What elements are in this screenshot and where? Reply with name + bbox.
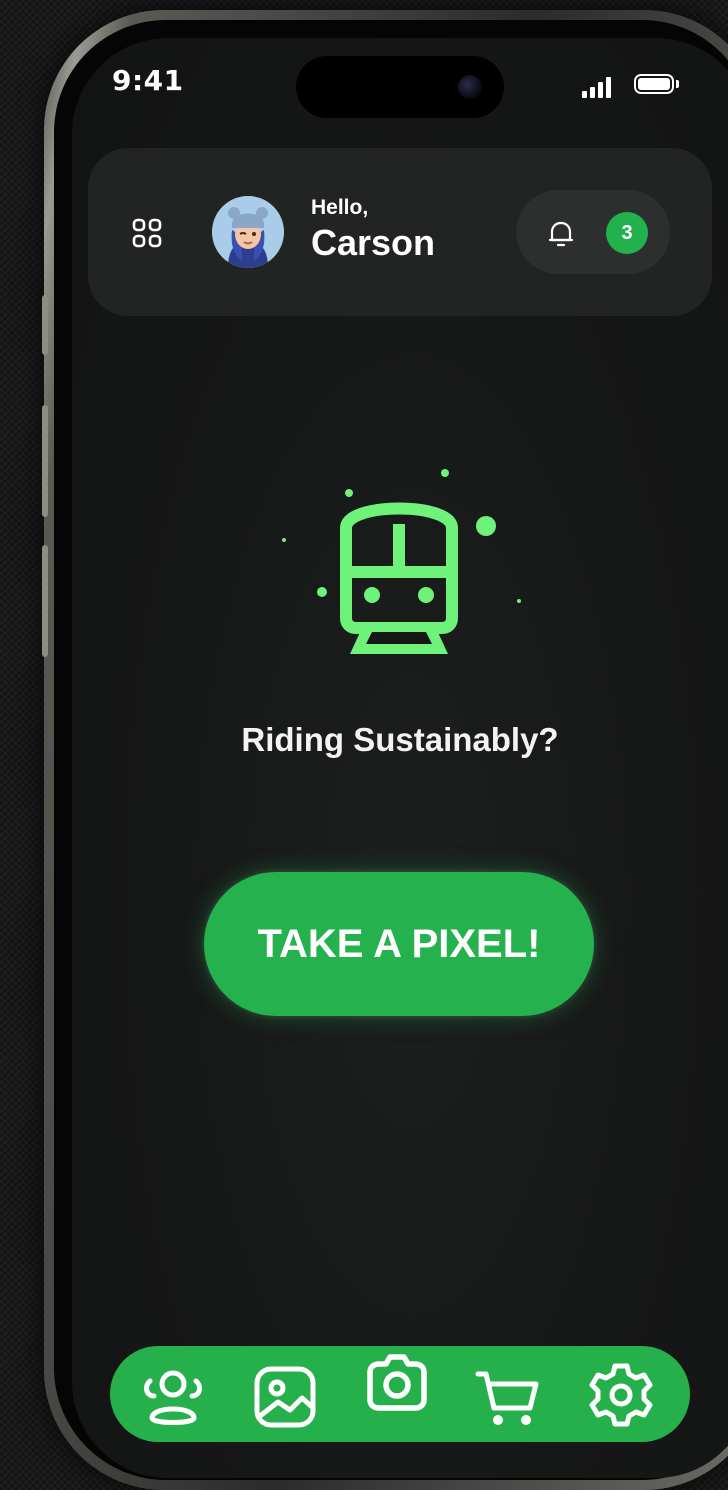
- notifications-button[interactable]: 3: [516, 190, 670, 274]
- take-a-pixel-button[interactable]: TAKE A PIXEL!: [204, 872, 594, 1016]
- user-name: Carson: [311, 222, 436, 263]
- volume-down-button: [42, 545, 48, 657]
- gallery-icon[interactable]: [250, 1362, 320, 1432]
- menu-grid-icon[interactable]: [132, 218, 162, 248]
- status-time: 9:41: [112, 64, 184, 97]
- bell-icon: [546, 218, 576, 250]
- headline: Riding Sustainably?: [241, 721, 559, 758]
- dynamic-island: [296, 56, 504, 118]
- app-screen: 9:41 Hello, Carson 3 Riding Sustainably?…: [72, 38, 728, 1478]
- greeting-text: Hello,: [311, 196, 369, 219]
- action-button: [42, 295, 48, 355]
- front-camera: [458, 75, 482, 99]
- notification-count-badge: 3: [606, 212, 648, 254]
- community-icon[interactable]: [138, 1360, 208, 1430]
- volume-up-button: [42, 405, 48, 517]
- train-icon: [268, 458, 528, 668]
- header-card: Hello, Carson 3: [88, 148, 712, 316]
- cart-icon[interactable]: [474, 1362, 544, 1432]
- bottom-tab-bar: [110, 1346, 690, 1442]
- settings-icon[interactable]: [586, 1360, 656, 1430]
- battery-icon: [634, 74, 674, 94]
- avatar[interactable]: [212, 196, 284, 268]
- battery-cap: [676, 80, 679, 88]
- signal-icon: [582, 76, 616, 98]
- camera-icon[interactable]: [362, 1348, 432, 1418]
